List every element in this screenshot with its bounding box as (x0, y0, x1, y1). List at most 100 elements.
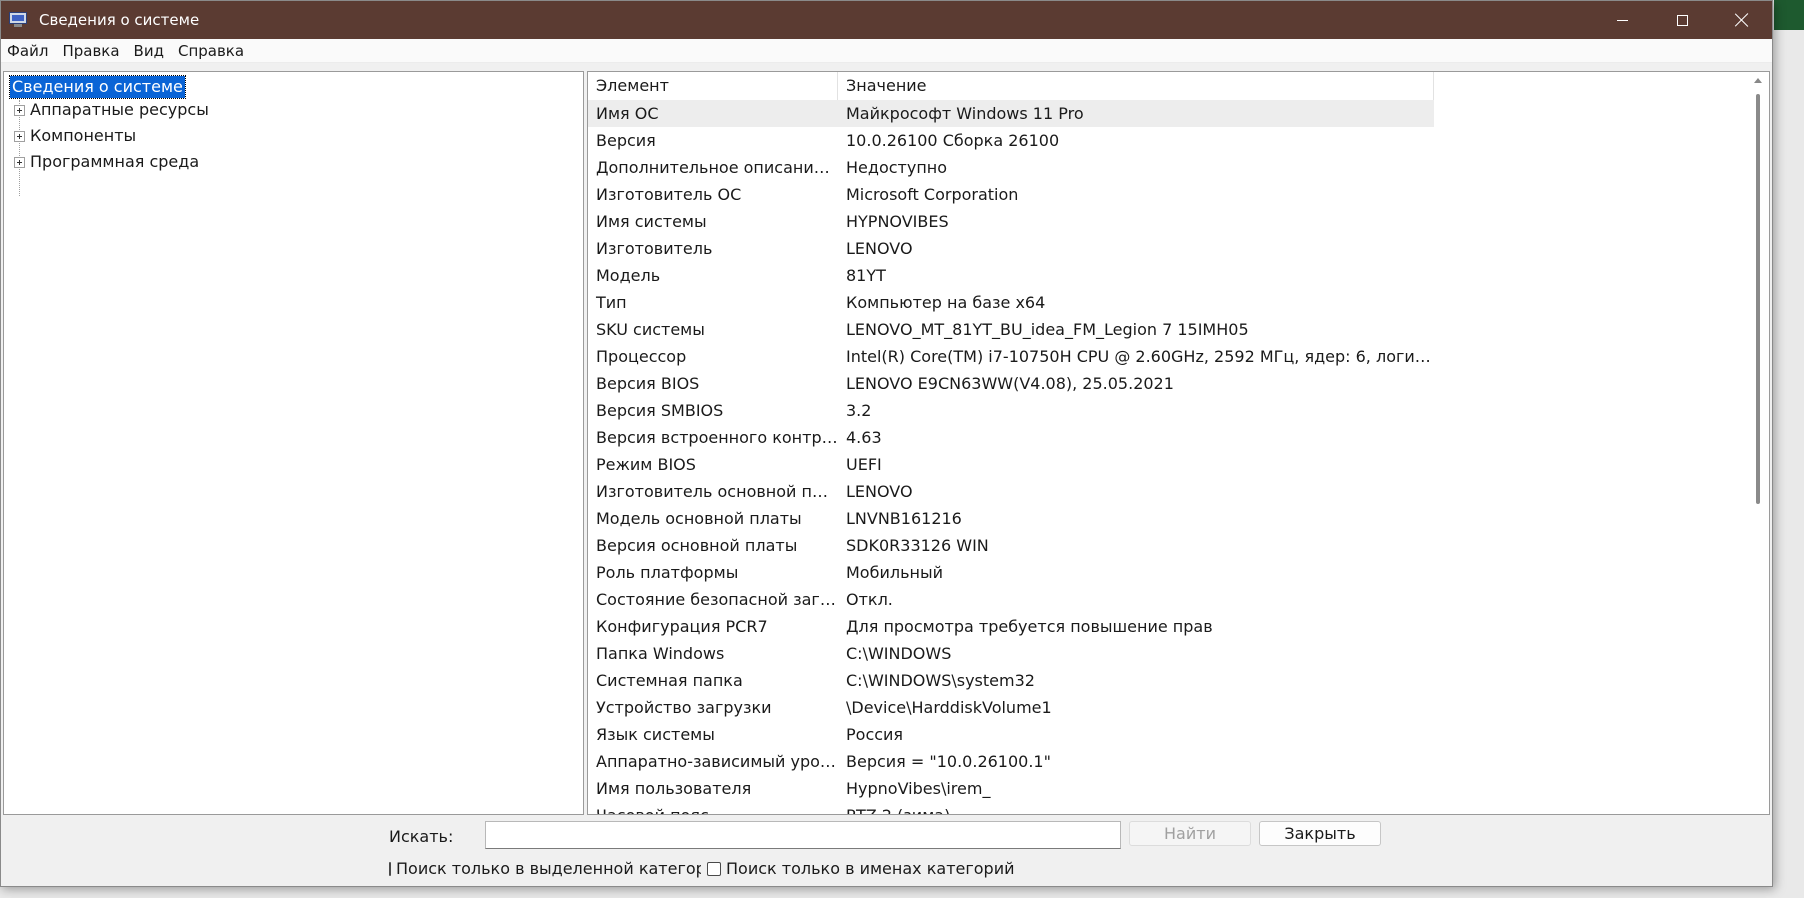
row-value-cell: LENOVO_MT_81YT_BU_idea_FM_Legion 7 15IMH… (846, 320, 1249, 339)
row-item-cell: Версия SMBIOS (596, 401, 724, 420)
table-row[interactable]: Системная папка C:\WINDOWS\system32 (588, 667, 1748, 694)
table-row[interactable]: Роль платформы Мобильный (588, 559, 1748, 586)
table-row[interactable]: Устройство загрузки \Device\HarddiskVolum… (588, 694, 1748, 721)
table-row[interactable]: Модель основной платы LNVNB161216 (588, 505, 1748, 532)
expand-plus-icon[interactable] (14, 130, 25, 142)
row-item-cell: Имя ОС (596, 104, 659, 123)
table-row[interactable]: Изготовитель основной платы LENOVO (588, 478, 1748, 505)
row-value-cell: Майкрософт Windows 11 Pro (846, 104, 1084, 123)
column-header-value[interactable]: Значение (838, 72, 1434, 100)
row-item-cell: Изготовитель (596, 239, 713, 258)
column-header-item[interactable]: Элемент (588, 72, 838, 100)
tree-item-label: Компоненты (30, 126, 137, 145)
row-item-cell: Имя системы (596, 212, 707, 231)
menu-help[interactable]: Справка (172, 42, 252, 60)
scrollbar-thumb[interactable] (1756, 94, 1760, 504)
tree-item-label: Аппаратные ресурсы (30, 100, 209, 119)
table-row[interactable]: Имя ОС Майкрософт Windows 11 Pro (588, 100, 1434, 127)
row-item-cell: Устройство загрузки (596, 698, 772, 717)
search-category-names-checkbox[interactable]: Поиск только в именах категорий (707, 859, 1015, 878)
row-item-cell: Конфигурация PCR7 (596, 617, 768, 636)
menu-bar: Файл Правка Вид Справка (1, 39, 1772, 63)
search-panel: Искать: Найти Закрыть Поиск только в выд… (1, 815, 1772, 886)
find-button[interactable]: Найти (1129, 821, 1251, 846)
close-window-button[interactable] (1712, 1, 1772, 39)
category-tree[interactable]: Сведения о системе Аппаратные ресурсы Ко… (3, 71, 584, 815)
row-item-cell: SKU системы (596, 320, 705, 339)
table-row[interactable]: Тип Компьютер на базе x64 (588, 289, 1748, 316)
window-controls (1592, 1, 1772, 39)
checkbox-label: Поиск только в выделенной категории (396, 859, 701, 878)
table-row[interactable]: Язык системы Россия (588, 721, 1748, 748)
expand-plus-icon[interactable] (14, 104, 25, 116)
search-selected-category-checkbox[interactable]: Поиск только в выделенной категории (389, 859, 701, 878)
table-row[interactable]: Имя системы HYPNOVIBES (588, 208, 1748, 235)
table-row[interactable]: Аппаратно-зависимый уров... Версия = "10.… (588, 748, 1748, 775)
row-item-cell: Имя пользователя (596, 779, 752, 798)
details-list[interactable]: Элемент Значение Имя ОС Майкрософт Window… (587, 71, 1770, 815)
expand-plus-icon[interactable] (14, 156, 25, 168)
row-item-cell: Аппаратно-зависимый уров... (596, 752, 838, 771)
minimize-icon (1616, 19, 1628, 21)
tree-item-system-summary[interactable]: Сведения о системе (9, 75, 186, 99)
menu-edit[interactable]: Правка (56, 42, 127, 60)
row-value-cell: Версия = "10.0.26100.1" (846, 752, 1051, 771)
row-value-cell: RTZ 2 (зима) (838, 802, 1434, 814)
system-info-app-icon[interactable] (9, 12, 27, 28)
table-row[interactable]: Процессор Intel(R) Core(TM) i7-10750H CPU… (588, 343, 1748, 370)
row-value-cell: HypnoVibes\irem_ (846, 779, 991, 798)
row-item-cell: Изготовитель основной платы (596, 482, 838, 501)
title-bar[interactable]: Сведения о системе (1, 1, 1772, 39)
table-row[interactable]: Режим BIOS UEFI (588, 451, 1748, 478)
table-row[interactable]: SKU системы LENOVO_MT_81YT_BU_idea_FM_Leg… (588, 316, 1748, 343)
table-row[interactable]: Конфигурация PCR7 Для просмотра требуется… (588, 613, 1748, 640)
list-rows: Имя ОС Майкрософт Windows 11 Pro Версия 10.… (588, 100, 1748, 814)
close-button[interactable]: Закрыть (1259, 821, 1381, 846)
row-value-cell: Откл. (846, 590, 893, 609)
row-item-cell: Модель основной платы (596, 509, 802, 528)
row-item-cell: Процессор (596, 347, 687, 366)
table-row[interactable]: Версия встроенного контрол... 4.63 (588, 424, 1748, 451)
table-row[interactable]: Дополнительное описание ... Недоступно (588, 154, 1748, 181)
table-row[interactable]: Изготовитель LENOVO (588, 235, 1748, 262)
table-row[interactable]: Состояние безопасной загру... Откл. (588, 586, 1748, 613)
table-row[interactable]: Версия основной платы SDK0R33126 WIN (588, 532, 1748, 559)
scroll-up-arrow-icon[interactable] (1754, 78, 1762, 83)
minimize-button[interactable] (1592, 1, 1652, 39)
tree-item-components[interactable]: Компоненты (14, 125, 136, 147)
row-value-cell: Intel(R) Core(TM) i7-10750H CPU @ 2.60GH… (846, 347, 1434, 366)
row-value-cell: UEFI (846, 455, 882, 474)
row-value-cell: Недоступно (846, 158, 948, 177)
checkbox-box[interactable] (389, 861, 391, 876)
row-item-cell: Дополнительное описание ... (596, 158, 838, 177)
row-item-cell: Режим BIOS (596, 455, 696, 474)
checkbox-box[interactable] (707, 861, 721, 876)
maximize-button[interactable] (1652, 1, 1712, 39)
table-row[interactable]: Версия SMBIOS 3.2 (588, 397, 1748, 424)
table-row[interactable]: Часовой поясRTZ 2 (зима) (588, 802, 1748, 814)
main-content: Сведения о системе Аппаратные ресурсы Ко… (1, 69, 1772, 815)
row-value-cell: C:\WINDOWS (846, 644, 952, 663)
vertical-scrollbar[interactable] (1747, 72, 1769, 814)
row-item-cell: Тип (596, 293, 627, 312)
menu-file[interactable]: Файл (1, 42, 56, 60)
desktop-background-accent (1774, 0, 1804, 30)
table-row[interactable]: Папка Windows C:\WINDOWS (588, 640, 1748, 667)
search-input[interactable] (485, 821, 1121, 849)
table-row[interactable]: Модель 81YT (588, 262, 1748, 289)
table-row[interactable]: Версия BIOS LENOVO E9CN63WW(V4.08), 25.05… (588, 370, 1748, 397)
row-value-cell: Мобильный (846, 563, 944, 582)
tree-item-hardware-resources[interactable]: Аппаратные ресурсы (14, 99, 209, 121)
row-item-cell: Модель (596, 266, 661, 285)
tree-item-software-environment[interactable]: Программная среда (14, 151, 199, 173)
table-row[interactable]: Версия 10.0.26100 Сборка 26100 (588, 127, 1748, 154)
menu-view[interactable]: Вид (128, 42, 172, 60)
table-row[interactable]: Имя пользователя HypnoVibes\irem_ (588, 775, 1748, 802)
table-row[interactable]: Изготовитель ОС Microsoft Corporation (588, 181, 1748, 208)
system-info-window: Сведения о системе Файл Правка Вид Справ… (0, 0, 1773, 887)
row-item-cell: Изготовитель ОС (596, 185, 742, 204)
row-value-cell: Россия (846, 725, 904, 744)
row-item-cell: Системная папка (596, 671, 743, 690)
row-value-cell: Компьютер на базе x64 (846, 293, 1046, 312)
row-value-cell: HYPNOVIBES (846, 212, 949, 231)
